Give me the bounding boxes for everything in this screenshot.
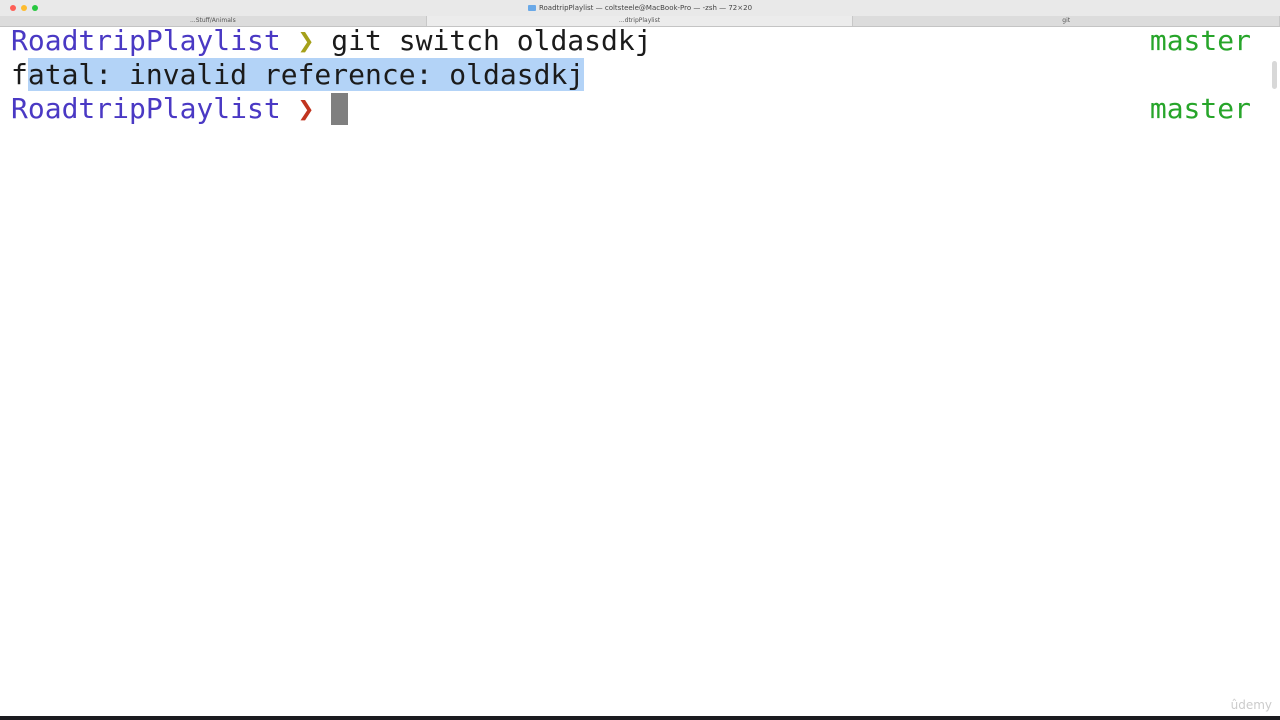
scrollbar[interactable] — [1272, 61, 1277, 89]
git-branch-indicator: master — [1149, 24, 1251, 57]
error-output-selected[interactable]: atal: invalid reference: oldasdkj — [27, 58, 585, 91]
prompt-arrow-icon: ❯ — [297, 24, 315, 57]
window-title: RoadtripPlaylist — coltsteele@MacBook-Pr… — [538, 4, 753, 12]
terminal-line-2: fatal: invalid reference: oldasdkj — [11, 58, 585, 92]
terminal-line-1: RoadtripPlaylist ❯ git switch oldasdkj — [11, 24, 652, 58]
terminal-line-3: RoadtripPlaylist ❯ — [11, 92, 349, 126]
text-cursor[interactable] — [331, 93, 349, 125]
error-output-prefix: f — [11, 58, 28, 91]
window-title-container: RoadtripPlaylist — coltsteele@MacBook-Pr… — [0, 3, 1280, 13]
terminal-output[interactable]: RoadtripPlaylist ❯ git switch oldasdkj m… — [0, 24, 1280, 716]
prompt-arrow-icon: ❯ — [297, 92, 315, 125]
prompt-directory: RoadtripPlaylist — [11, 92, 281, 125]
prompt-directory: RoadtripPlaylist — [11, 24, 281, 57]
folder-icon — [527, 5, 536, 11]
udemy-watermark: ûdemy — [1230, 698, 1272, 712]
title-bar[interactable]: RoadtripPlaylist — coltsteele@MacBook-Pr… — [0, 0, 1280, 17]
git-branch-indicator: master — [1149, 92, 1251, 125]
terminal-window: RoadtripPlaylist — coltsteele@MacBook-Pr… — [0, 0, 1280, 716]
command-text: git switch oldasdkj — [314, 24, 652, 57]
